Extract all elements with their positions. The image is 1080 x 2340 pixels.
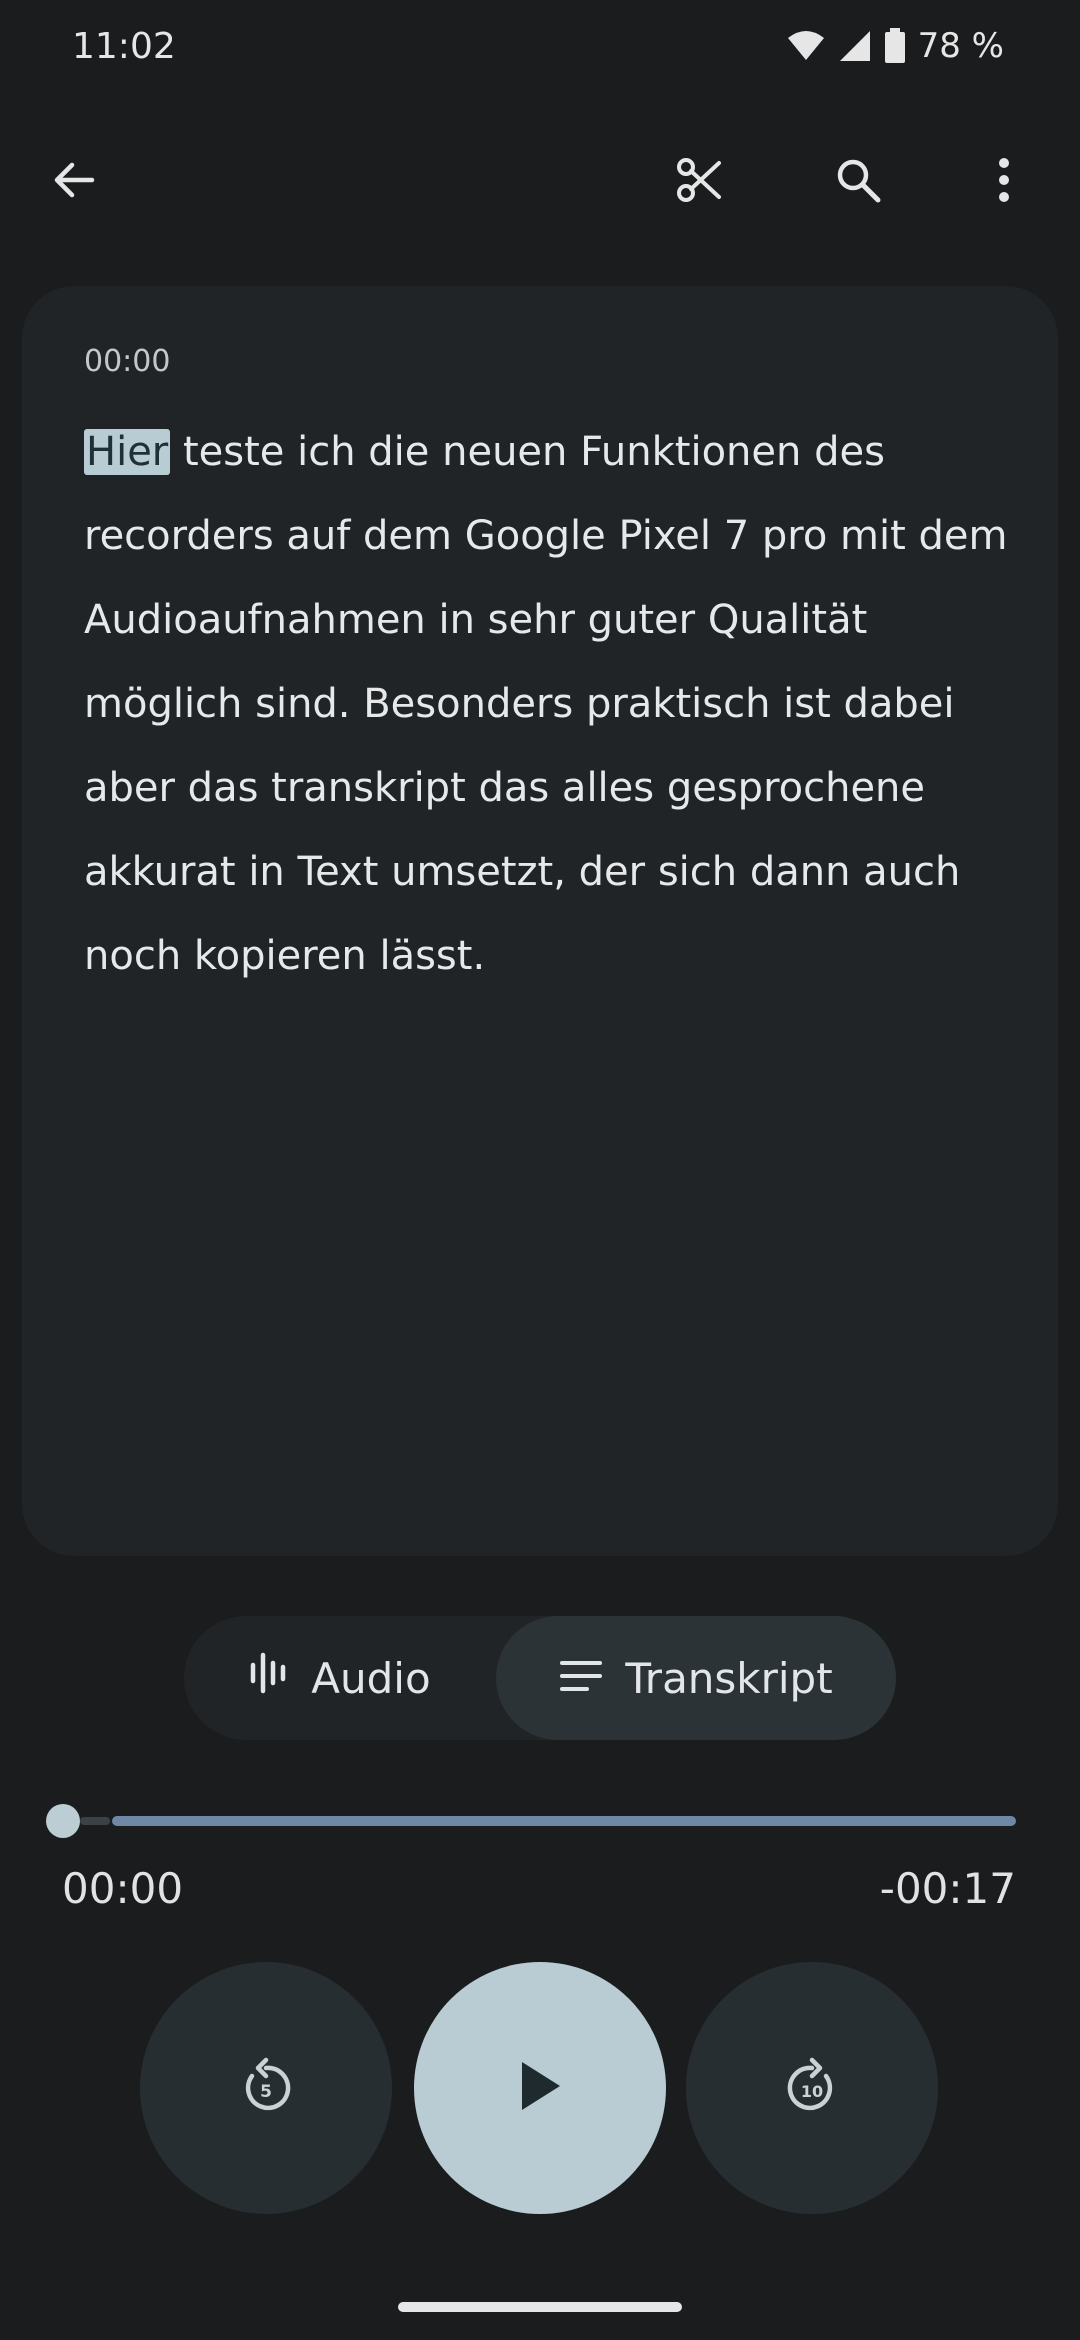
audio-tab[interactable]: Audio xyxy=(184,1616,496,1740)
rewind-5-button[interactable]: 5 xyxy=(140,1962,392,2214)
progress-track[interactable] xyxy=(112,1816,1016,1826)
view-mode-toggle: Audio Transkript xyxy=(184,1616,896,1740)
play-icon xyxy=(516,2058,564,2119)
back-button[interactable] xyxy=(34,140,114,220)
wifi-icon xyxy=(786,30,826,62)
waveform-icon xyxy=(249,1651,289,1705)
notes-lines-icon xyxy=(559,1654,603,1703)
progress-thumb[interactable] xyxy=(46,1804,80,1838)
replay-5-icon: 5 xyxy=(234,2054,298,2123)
progress-played xyxy=(80,1817,110,1825)
search-button[interactable] xyxy=(818,140,898,220)
forward-10-button[interactable]: 10 xyxy=(686,1962,938,2214)
scissors-icon xyxy=(675,155,725,205)
audio-tab-label: Audio xyxy=(311,1653,431,1703)
more-options-button[interactable] xyxy=(964,140,1044,220)
forward-10-icon: 10 xyxy=(780,2054,844,2123)
status-time: 11:02 xyxy=(72,26,176,67)
transcript-tab-label: Transkript xyxy=(625,1653,833,1703)
more-vert-icon xyxy=(994,156,1014,204)
battery-icon xyxy=(884,28,906,64)
transcript-timestamp[interactable]: 00:00 xyxy=(84,344,170,379)
transcript-tab[interactable]: Transkript xyxy=(496,1616,896,1740)
highlighted-word[interactable]: Hier xyxy=(84,429,171,475)
transcript-card[interactable]: 00:00 Hier teste ich die neuen Funktione… xyxy=(22,286,1058,1556)
status-icons: 78 % xyxy=(786,26,1004,66)
play-button[interactable] xyxy=(414,1962,666,2214)
elapsed-time: 00:00 xyxy=(62,1864,184,1913)
transcript-text[interactable]: Hier teste ich die neuen Funktionen des … xyxy=(84,410,1034,998)
status-bar: 11:02 78 % xyxy=(0,0,1080,100)
rewind-seconds-label: 5 xyxy=(260,2082,272,2102)
back-arrow-icon xyxy=(50,156,98,204)
cell-signal-icon xyxy=(838,29,872,63)
trim-button[interactable] xyxy=(660,140,740,220)
transcript-body[interactable]: teste ich die neuen Funktionen des recor… xyxy=(84,429,1007,979)
home-indicator[interactable] xyxy=(398,2302,682,2312)
forward-seconds-label: 10 xyxy=(801,2082,823,2101)
search-icon xyxy=(833,155,883,205)
remaining-time: -00:17 xyxy=(879,1864,1016,1913)
battery-percentage: 78 % xyxy=(917,26,1004,66)
top-app-bar xyxy=(0,130,1080,230)
